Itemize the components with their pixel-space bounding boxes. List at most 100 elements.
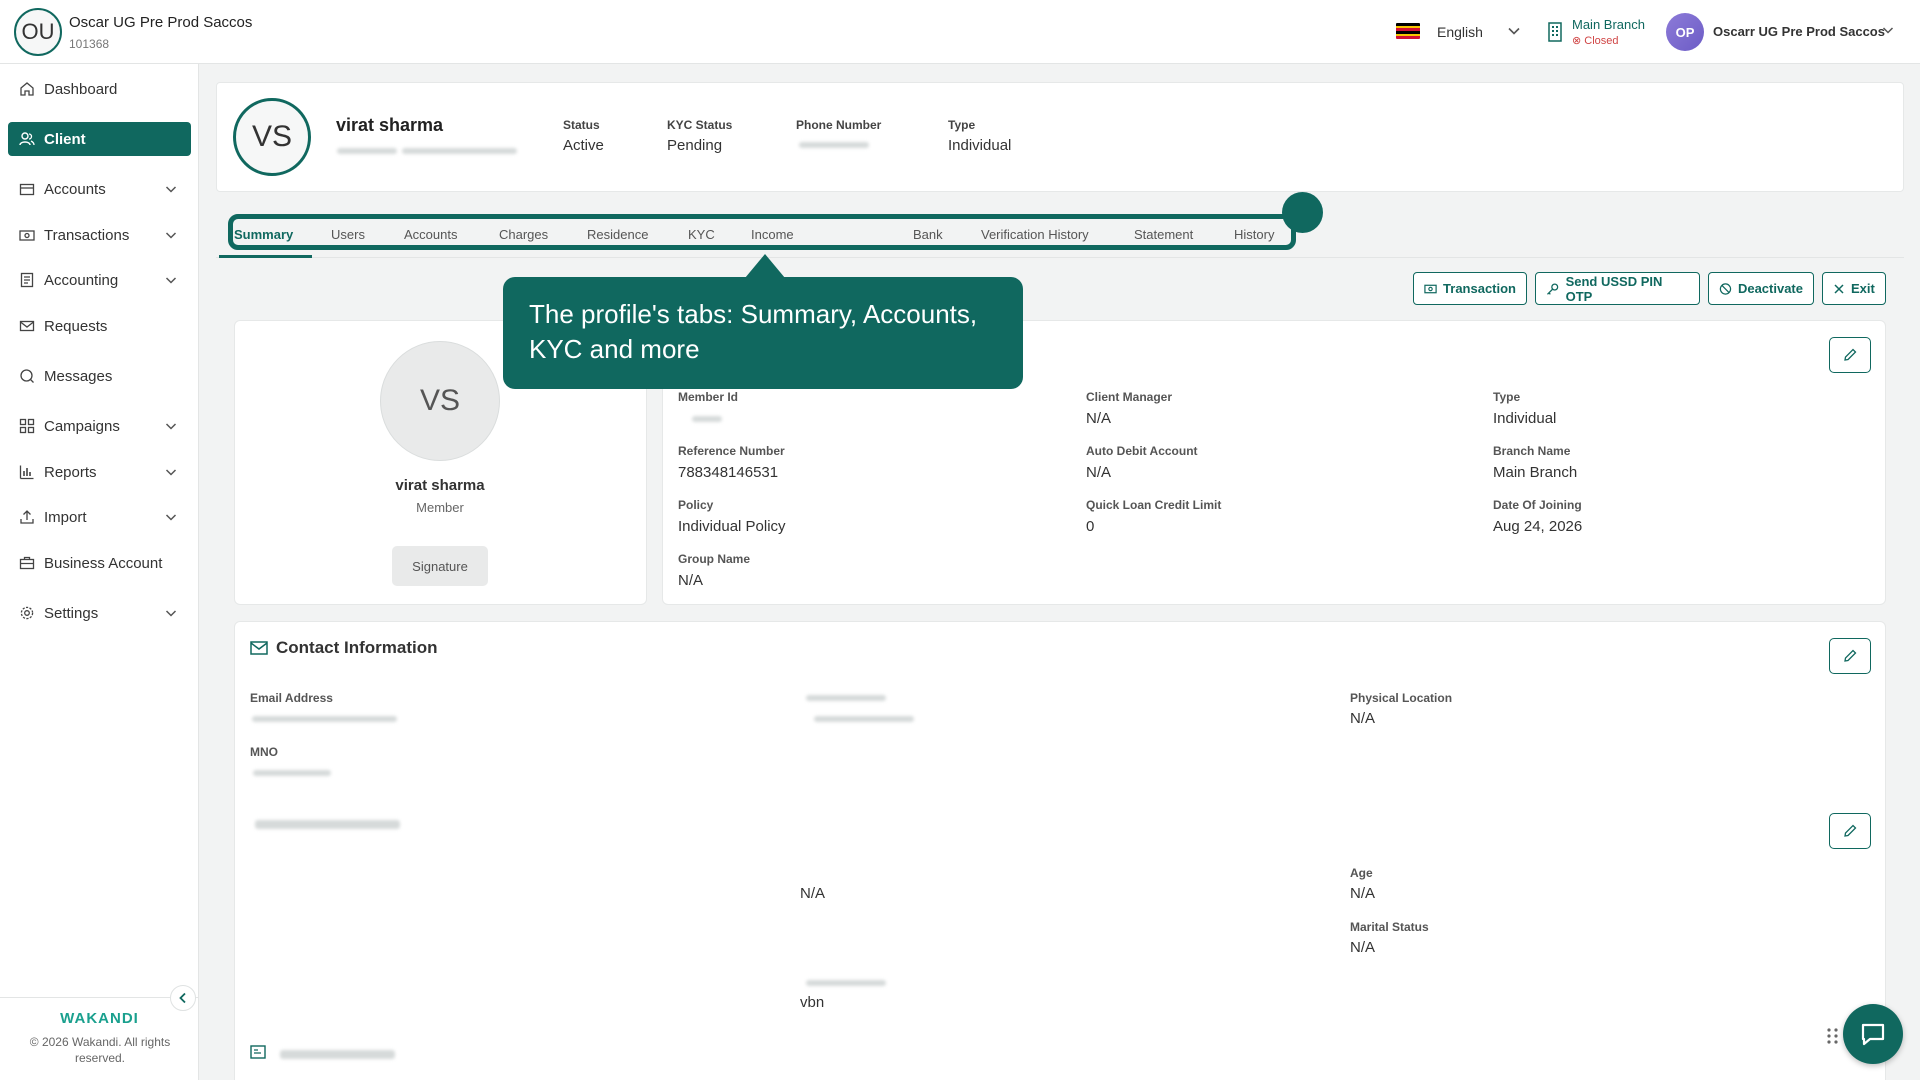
redacted-section-title: [255, 820, 400, 829]
tour-beacon[interactable]: [1282, 192, 1323, 233]
send-ussd-pin-otp-button[interactable]: Send USSD PIN OTP: [1535, 272, 1700, 305]
redacted-phone-value: [814, 716, 914, 722]
user-avatar[interactable]: OP: [1666, 13, 1704, 51]
send-otp-label: Send USSD PIN OTP: [1565, 273, 1663, 304]
client-manager-value: N/A: [1086, 410, 1112, 427]
sidebar-item-label: Requests: [44, 317, 108, 335]
tour-tooltip: The profile's tabs: Summary, Accounts, K…: [503, 277, 1023, 389]
mno-label: MNO: [250, 745, 278, 759]
signature-button[interactable]: Signature: [392, 546, 488, 586]
redacted-phone: [799, 142, 869, 148]
chevron-down-icon: [165, 469, 177, 476]
branch-name-value: Main Branch: [1493, 464, 1578, 481]
physical-location-value: N/A: [1350, 710, 1376, 727]
chevron-left-icon: [179, 992, 186, 1004]
client-manager-label: Client Manager: [1086, 390, 1173, 404]
member-name: virat sharma: [395, 477, 485, 494]
policy-label: Policy: [678, 498, 714, 512]
grid-icon: [19, 418, 35, 434]
sidebar-item-business-account[interactable]: Business Account: [8, 546, 191, 580]
age-label: Age: [1350, 866, 1373, 880]
chevron-down-icon: [165, 610, 177, 617]
sidebar-item-reports[interactable]: Reports: [8, 455, 191, 489]
chevron-down-icon: [165, 277, 177, 284]
date-of-joining-label: Date Of Joining: [1493, 498, 1582, 512]
contact-information-title: Contact Information: [276, 638, 438, 657]
sidebar-item-accounting[interactable]: Accounting: [8, 263, 191, 297]
redacted-mno: [253, 770, 331, 776]
drag-handle-icon[interactable]: [1826, 1027, 1840, 1045]
redacted-member-id: [692, 416, 722, 422]
branch-name[interactable]: Main Branch: [1572, 17, 1645, 32]
active-tab-indicator: [219, 255, 312, 258]
edit-details-button[interactable]: [1829, 337, 1871, 373]
status-label: Status: [563, 118, 600, 132]
sidebar-item-label: Import: [44, 508, 87, 526]
member-avatar: VS: [380, 341, 500, 461]
edit-contact-button[interactable]: [1829, 638, 1871, 674]
exit-button[interactable]: Exit: [1822, 272, 1886, 305]
chevron-down-icon: [165, 423, 177, 430]
chevron-down-icon[interactable]: [1880, 22, 1896, 38]
member-role: Member: [416, 500, 464, 515]
policy-value: Individual Policy: [678, 518, 786, 535]
sidebar-item-import[interactable]: Import: [8, 500, 191, 534]
chevron-down-icon: [165, 232, 177, 239]
sidebar-item-campaigns[interactable]: Campaigns: [8, 409, 191, 443]
quick-loan-limit-label: Quick Loan Credit Limit: [1086, 498, 1222, 512]
sidebar-item-messages[interactable]: Messages: [8, 359, 191, 393]
pencil-icon: [1844, 348, 1857, 361]
closed-icon: ⊗: [1572, 35, 1585, 47]
mail-icon: [250, 641, 268, 655]
language-selector[interactable]: English: [1437, 24, 1483, 40]
sidebar-item-label: Client: [44, 130, 86, 148]
sidebar-item-client[interactable]: Client: [8, 122, 191, 156]
kyc-status-value: Pending: [667, 137, 723, 154]
chevron-down-icon: [165, 514, 177, 521]
edit-personal-button[interactable]: [1829, 813, 1871, 849]
tabs-divider: [216, 257, 1904, 258]
home-icon: [20, 82, 34, 96]
deactivate-button[interactable]: Deactivate: [1708, 272, 1814, 305]
sidebar-item-requests[interactable]: Requests: [8, 309, 191, 343]
date-of-joining-value: Aug 24, 2026: [1493, 518, 1583, 535]
type-value: Individual: [948, 137, 1012, 154]
sidebar-item-settings[interactable]: Settings: [8, 596, 191, 630]
collapse-sidebar-button[interactable]: [170, 985, 196, 1011]
phone-number-label: Phone Number: [796, 118, 882, 132]
gear-icon: [20, 606, 34, 620]
sidebar: Dashboard Client Accounts Transactions A…: [0, 64, 199, 1080]
briefcase-icon: [19, 556, 35, 570]
kyc-status-label: KYC Status: [667, 118, 733, 132]
ledger-icon: [20, 272, 34, 288]
upload-icon: [20, 510, 34, 524]
profile-header-card: VS virat sharma Status Active KYC Status…: [216, 82, 1904, 192]
reference-number-label: Reference Number: [678, 444, 785, 458]
top-bar: OU Oscar UG Pre Prod Saccos 101368 Engli…: [0, 0, 1920, 64]
branch-name-label: Branch Name: [1493, 444, 1571, 458]
status-value: Active: [563, 137, 604, 154]
sidebar-item-label: Transactions: [44, 226, 130, 244]
sidebar-item-label: Dashboard: [44, 80, 118, 98]
mail-icon: [19, 320, 35, 332]
org-avatar[interactable]: OU: [14, 8, 62, 56]
sidebar-item-transactions[interactable]: Transactions: [8, 218, 191, 252]
sidebar-item-accounts[interactable]: Accounts: [8, 172, 191, 206]
sidebar-item-dashboard[interactable]: Dashboard: [8, 72, 191, 106]
sidebar-item-label: Business Account: [44, 554, 163, 572]
chat-support-button[interactable]: [1843, 1004, 1903, 1064]
transaction-button[interactable]: Transaction: [1413, 272, 1527, 305]
user-name[interactable]: Oscarr UG Pre Prod Saccos: [1713, 24, 1885, 39]
wakandi-logo: WAKANDI: [60, 1010, 139, 1027]
uganda-flag-icon[interactable]: [1396, 23, 1420, 39]
email-address-label: Email Address: [250, 691, 333, 705]
redacted-email: [252, 716, 397, 722]
quick-loan-limit-value: 0: [1086, 518, 1095, 535]
tooltip-arrow: [745, 254, 785, 278]
cash-icon: [1424, 284, 1437, 293]
cash-icon: [19, 230, 35, 241]
chevron-down-icon[interactable]: [1505, 22, 1523, 40]
group-name-label: Group Name: [678, 552, 751, 566]
org-code: 101368: [69, 37, 110, 51]
pencil-icon: [1844, 824, 1857, 837]
